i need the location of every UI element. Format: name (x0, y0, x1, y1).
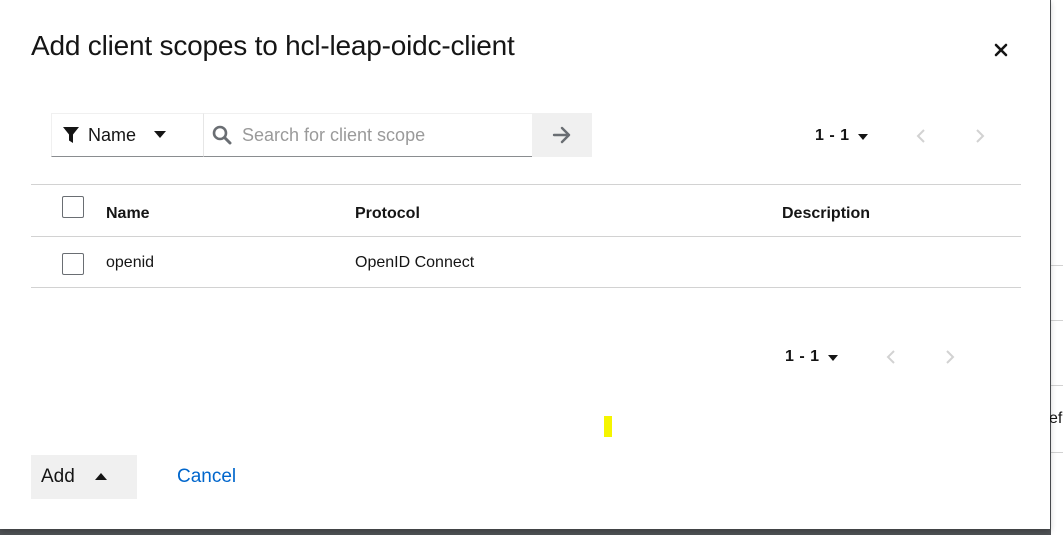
search-field (203, 113, 532, 157)
pagination-top: 1 - 1 (815, 127, 868, 145)
previous-page-button-bottom[interactable] (886, 349, 896, 365)
background-divider (1051, 385, 1063, 386)
dialog-title: Add client scopes to hcl-leap-oidc-clien… (31, 30, 515, 61)
per-page-toggle[interactable]: 1 - 1 (815, 127, 868, 145)
caret-down-icon (827, 355, 838, 361)
filter-icon (63, 127, 79, 143)
search-submit-button[interactable] (532, 113, 592, 157)
per-page-toggle-bottom[interactable]: 1 - 1 (785, 348, 838, 366)
caret-down-icon (154, 131, 167, 138)
table-bottom-divider (31, 287, 1021, 288)
row-protocol: OpenID Connect (355, 254, 475, 271)
close-icon (994, 43, 1008, 57)
add-button[interactable]: Add (31, 455, 137, 499)
filter-label: Name (88, 124, 137, 145)
background-divider (1051, 320, 1063, 321)
background-divider (1051, 265, 1063, 266)
close-button[interactable] (989, 38, 1013, 62)
caret-up-icon (94, 472, 107, 480)
next-page-button[interactable] (975, 128, 985, 144)
text-cursor-highlight (604, 416, 612, 437)
search-icon (212, 125, 232, 145)
column-header-protocol: Protocol (355, 205, 420, 222)
pagination-bottom: 1 - 1 (785, 348, 838, 366)
row-checkbox[interactable] (62, 253, 84, 275)
caret-down-icon (857, 134, 868, 140)
column-header-description: Description (782, 205, 871, 222)
select-all-checkbox[interactable] (62, 196, 84, 218)
arrow-right-icon (552, 126, 571, 144)
next-page-button-bottom[interactable] (945, 349, 955, 365)
column-header-name: Name (106, 205, 150, 222)
row-name: openid (106, 254, 155, 271)
background-divider (1051, 452, 1063, 453)
filter-dropdown[interactable]: Name (51, 113, 203, 157)
search-toolbar: Name (51, 113, 592, 157)
background-text: ef (1049, 410, 1063, 427)
pagination-range: 1 - 1 (815, 127, 850, 144)
add-button-label: Add (41, 466, 75, 487)
add-client-scopes-dialog: Add client scopes to hcl-leap-oidc-clien… (0, 0, 1050, 529)
background-page (1051, 0, 1063, 535)
previous-page-button[interactable] (916, 128, 926, 144)
header-divider (31, 236, 1021, 237)
cancel-button[interactable]: Cancel (177, 466, 236, 488)
table-top-divider (31, 184, 1021, 185)
search-input[interactable] (240, 123, 524, 147)
pagination-range: 1 - 1 (785, 348, 820, 365)
